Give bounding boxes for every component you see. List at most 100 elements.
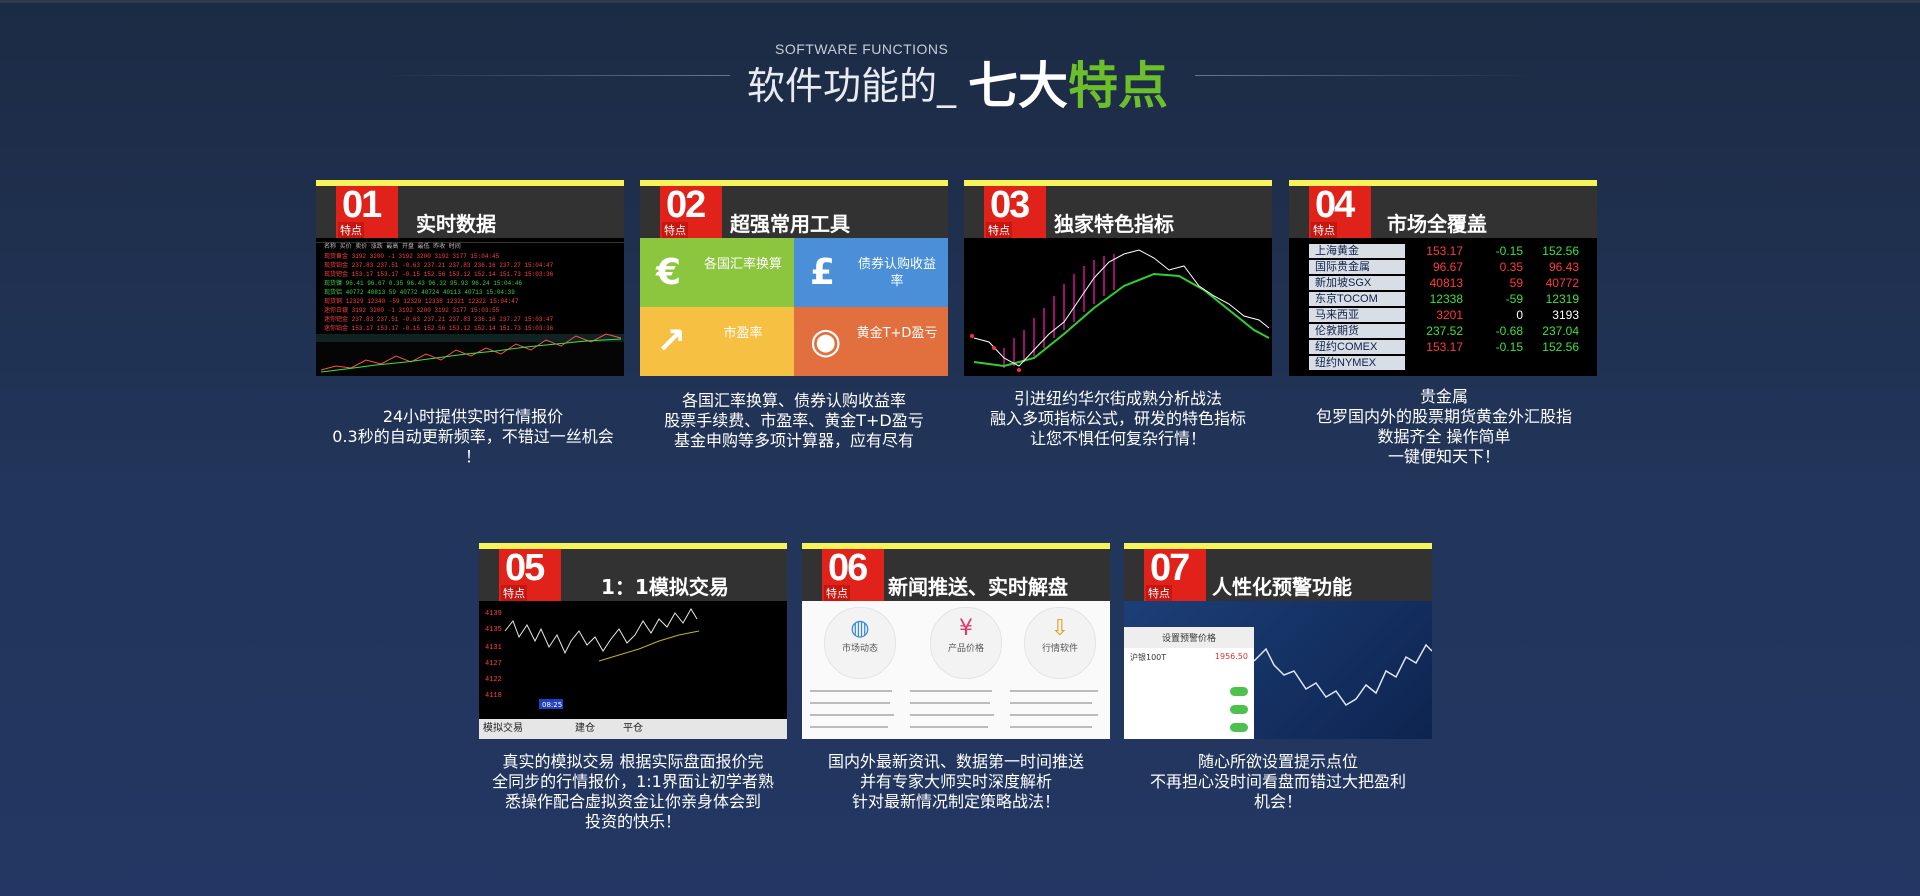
tool-bond-yield[interactable]: £ 债券认购收益率 xyxy=(794,238,948,307)
desc-line: 一键便知天下！ xyxy=(1387,447,1500,466)
download-icon: ⇩ xyxy=(1050,616,1070,641)
tool-label: 黄金T+D盈亏 xyxy=(856,326,938,341)
header-title: 七大特点 xyxy=(968,46,1168,118)
news-tile-label: 市场动态 xyxy=(841,644,878,654)
feature-card-1[interactable]: 01 特点 实时数据 名称 买价 卖价 涨跌 最高 开盘 最低 昨收 时间 现货黄… xyxy=(316,180,624,376)
alert-toggle-1[interactable] xyxy=(1230,687,1248,696)
tools-grid: € 各国汇率换算 £ 债券认购收益率 ↗ 市盈率 ◉ 黄金T+D盈亏 xyxy=(640,238,948,376)
euro-icon: € xyxy=(656,252,682,293)
alert-panel: 设置预警价格 沪银100T 1956.50 xyxy=(1124,627,1254,739)
market-row: 新加坡SGX 40813 59 40772 xyxy=(1289,276,1597,292)
simulated-trade-screenshot: 4139 4135 4131 4127 4122 4118 08:25 模拟交易 建仓 … xyxy=(479,601,787,739)
svg-text:迷你铂金 153.17 153.17 -0.15 152.5: 迷你铂金 153.17 153.17 -0.15 152.56 153.12 1… xyxy=(324,324,554,332)
sim-buy-button[interactable]: 建仓 xyxy=(575,719,595,739)
feature-desc-3: 引进纽约华尔街成熟分析战法 融入多项指标公式，研发的特色指标 让您不惧任何复杂行… xyxy=(964,389,1272,449)
desc-line: 贵金属 xyxy=(1419,387,1468,406)
desc-line: 24小时提供实时行情报价 xyxy=(382,407,564,426)
feature-desc-7: 随心所欲设置提示点位 不再担心没时间看盘而错过大把盈利 机会！ xyxy=(1124,752,1432,812)
tool-exchange-rate[interactable]: € 各国汇率换算 xyxy=(640,238,794,307)
desc-line: 数据齐全 操作简单 xyxy=(1377,427,1511,446)
feature-title: 人性化预警功能 xyxy=(1212,575,1352,599)
card-header: 04 特点 市场全覆盖 xyxy=(1289,184,1597,244)
svg-text:迷你白银 3192 3200 -1 3192 3200 31: 迷你白银 3192 3200 -1 3192 3200 3192 3177 15… xyxy=(324,306,500,314)
card-header: 07 特点 人性化预警功能 xyxy=(1124,547,1432,607)
tool-label: 各国汇率换算 xyxy=(703,257,782,272)
feature-title: 实时数据 xyxy=(416,212,496,236)
sim-toolbar: 模拟交易 建仓 平仓 xyxy=(479,719,787,739)
alert-panel-title: 设置预警价格 xyxy=(1124,627,1254,648)
indicator-chart-screenshot xyxy=(964,238,1272,376)
svg-text:名称 买价 卖价 涨跌 最高 开盘 最低 昨收: 名称 买价 卖价 涨跌 最高 开盘 最低 昨收 时间 xyxy=(324,242,461,250)
feature-desc-6: 国内外最新资讯、数据第一时间推送 并有专家大师实时深度解析 针对最新情况制定策略… xyxy=(802,752,1110,812)
sim-close-button[interactable]: 平仓 xyxy=(623,719,643,739)
header-divider-right xyxy=(1195,75,1535,76)
feature-desc-4: 贵金属 包罗国内外的股票期货黄金外汇股指 数据齐全 操作简单 一键便知天下！ xyxy=(1289,387,1599,467)
alert-screenshot: 设置预警价格 沪银100T 1956.50 xyxy=(1124,601,1432,739)
desc-line: 悉操作配合虚拟资金让你亲身体会到 xyxy=(504,792,761,811)
svg-text:现货镍 96.41 96.67 0.35 96.43 96.: 现货镍 96.41 96.67 0.35 96.43 96.32 95.93 9… xyxy=(324,279,522,287)
svg-text:4131: 4131 xyxy=(485,644,502,652)
feature-card-7[interactable]: 07 特点 人性化预警功能 设置预警价格 沪银100T 1956.50 xyxy=(1124,543,1432,739)
desc-line: 包罗国内外的股票期货黄金外汇股指 xyxy=(1315,407,1572,426)
feature-title: 市场全覆盖 xyxy=(1387,212,1487,236)
news-tile-label: 行情软件 xyxy=(1041,644,1078,654)
news-tile-label: 产品价格 xyxy=(947,644,984,654)
feature-title: 新闻推送、实时解盘 xyxy=(888,575,1068,599)
desc-line: ！ xyxy=(464,447,481,466)
desc-line: 不再担心没时间看盘而错过大把盈利 xyxy=(1149,772,1406,791)
feature-badge: 07 特点 xyxy=(1144,547,1206,607)
svg-text:现货铝 40772 40813 59 40772 40724: 现货铝 40772 40813 59 40772 40724 40113 407… xyxy=(324,288,515,296)
desc-line: 各国汇率换算、债券认购收益率 xyxy=(681,391,906,410)
desc-line: 引进纽约华尔街成熟分析战法 xyxy=(1013,389,1222,408)
feature-desc-2: 各国汇率换算、债券认购收益率 股票手续费、市盈率、黄金T+D盈亏 基金申购等多项… xyxy=(640,391,948,451)
card-header: 02 特点 超强常用工具 xyxy=(640,184,948,244)
feature-badge: 03 特点 xyxy=(984,184,1046,244)
feature-badge: 05 特点 xyxy=(499,547,561,607)
market-row: 东京TOCOM 12338 -59 12319 xyxy=(1289,292,1597,308)
alert-price: 1956.50 xyxy=(1214,652,1248,661)
feature-desc-5: 真实的模拟交易 根据实际盘面报价完 全同步的行情报价，1:1界面让初学者熟 悉操… xyxy=(475,752,791,832)
trend-icon: ↗ xyxy=(656,321,687,362)
feature-badge: 06 特点 xyxy=(822,547,884,607)
market-row: 纽约NYMEX xyxy=(1289,356,1597,372)
header-title-prefix: 软件功能的_ xyxy=(747,64,957,108)
svg-text:4122: 4122 xyxy=(485,676,502,684)
feature-title: 1：1模拟交易 xyxy=(601,575,729,599)
card-header: 01 特点 实时数据 xyxy=(316,184,624,244)
svg-text:现货铂金 237.83 237.51 -0.63 237.2: 现货铂金 237.83 237.51 -0.63 237.21 237.83 2… xyxy=(324,261,554,269)
market-row: 伦敦期货 237.52 -0.68 237.04 xyxy=(1289,324,1597,340)
feature-card-6[interactable]: 06 特点 新闻推送、实时解盘 ◍ 市场动态 ¥ 产品价格 ⇩ 行情软件 xyxy=(802,543,1110,739)
feature-card-5[interactable]: 05 特点 1：1模拟交易 4139 4135 4131 4127 4122 4118 0… xyxy=(479,543,787,739)
alert-symbol-row: 沪银100T 1956.50 xyxy=(1124,648,1254,667)
desc-line: 融入多项指标公式，研发的特色指标 xyxy=(989,409,1246,428)
header-divider-left xyxy=(380,75,730,76)
desc-line: 真实的模拟交易 根据实际盘面报价完 xyxy=(502,752,764,771)
news-tile-software: ⇩ 行情软件 xyxy=(1024,607,1096,679)
tool-pe-ratio[interactable]: ↗ 市盈率 xyxy=(640,307,794,376)
desc-line: 基金申购等多项计算器，应有尽有 xyxy=(673,431,914,450)
tool-gold-td[interactable]: ◉ 黄金T+D盈亏 xyxy=(794,307,948,376)
feature-title: 独家特色指标 xyxy=(1054,212,1174,236)
card-header: 06 特点 新闻推送、实时解盘 xyxy=(802,547,1110,607)
svg-text:4127: 4127 xyxy=(485,660,502,668)
feature-card-3[interactable]: 03 特点 独家特色指标 xyxy=(964,180,1272,376)
tool-label: 债券认购收益率 xyxy=(857,257,936,289)
card-header: 03 特点 独家特色指标 xyxy=(964,184,1272,244)
svg-text:现货钯金 153.17 153.17 -0.15 152.5: 现货钯金 153.17 153.17 -0.15 152.56 153.12 1… xyxy=(324,270,554,278)
feature-card-4[interactable]: 04 特点 市场全覆盖 上海黄金 153.17 -0.15 152.56 国际贵金… xyxy=(1289,180,1597,376)
header-title-green: 特点 xyxy=(1068,57,1168,115)
desc-line: 随心所欲设置提示点位 xyxy=(1197,752,1358,771)
header-title-white: 七大 xyxy=(968,57,1068,115)
yen-icon: ¥ xyxy=(959,616,973,641)
market-row: 马来西亚 3201 0 3193 xyxy=(1289,308,1597,324)
alert-toggle-2[interactable] xyxy=(1230,705,1248,714)
alert-toggle-3[interactable] xyxy=(1230,723,1248,732)
desc-line: 让您不惧任何复杂行情！ xyxy=(1029,429,1206,448)
sim-time: 08:25 xyxy=(542,701,562,709)
top-border xyxy=(0,0,1920,3)
news-tile-market: ◍ 市场动态 xyxy=(824,607,896,679)
svg-text:4118: 4118 xyxy=(485,692,502,700)
tool-label: 市盈率 xyxy=(723,326,763,341)
svg-text:现货铜 12329 12340 -59 12329 1233: 现货铜 12329 12340 -59 12329 12338 12321 12… xyxy=(324,297,519,305)
feature-card-2[interactable]: 02 特点 超强常用工具 € 各国汇率换算 £ 债券认购收益率 ↗ 市盈率 ◉ 黄… xyxy=(640,180,948,376)
